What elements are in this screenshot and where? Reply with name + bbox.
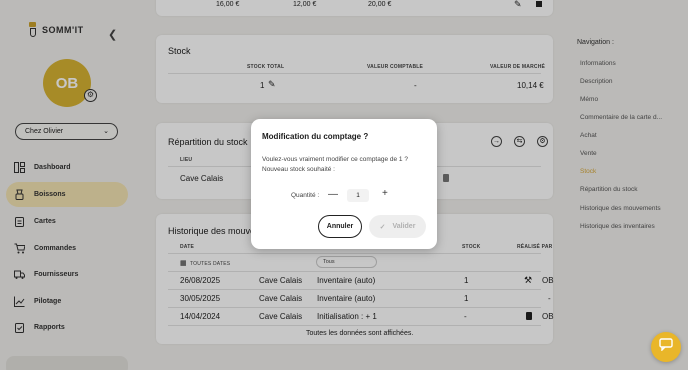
modal-message: Voulez-vous vraiment modifier ce comptag… <box>262 156 408 163</box>
plus-icon[interactable]: + <box>382 188 388 199</box>
modal-title: Modification du comptage ? <box>262 132 369 141</box>
minus-icon[interactable]: — <box>328 189 338 200</box>
check-icon: ✓ <box>379 223 386 231</box>
validate-button[interactable]: ✓ Valider <box>369 215 426 238</box>
quantity-input[interactable]: 1 <box>347 189 369 202</box>
cancel-button[interactable]: Annuler <box>318 215 362 238</box>
quantity-label: Quantité : <box>291 192 320 199</box>
modal-dialog: Modification du comptage ? Voulez-vous v… <box>251 119 437 249</box>
chat-button[interactable] <box>651 332 681 362</box>
cancel-label: Annuler <box>326 223 354 230</box>
validate-label: Valider <box>392 223 416 230</box>
modal-subtitle: Nouveau stock souhaité : <box>262 166 335 173</box>
chat-icon <box>659 338 673 356</box>
